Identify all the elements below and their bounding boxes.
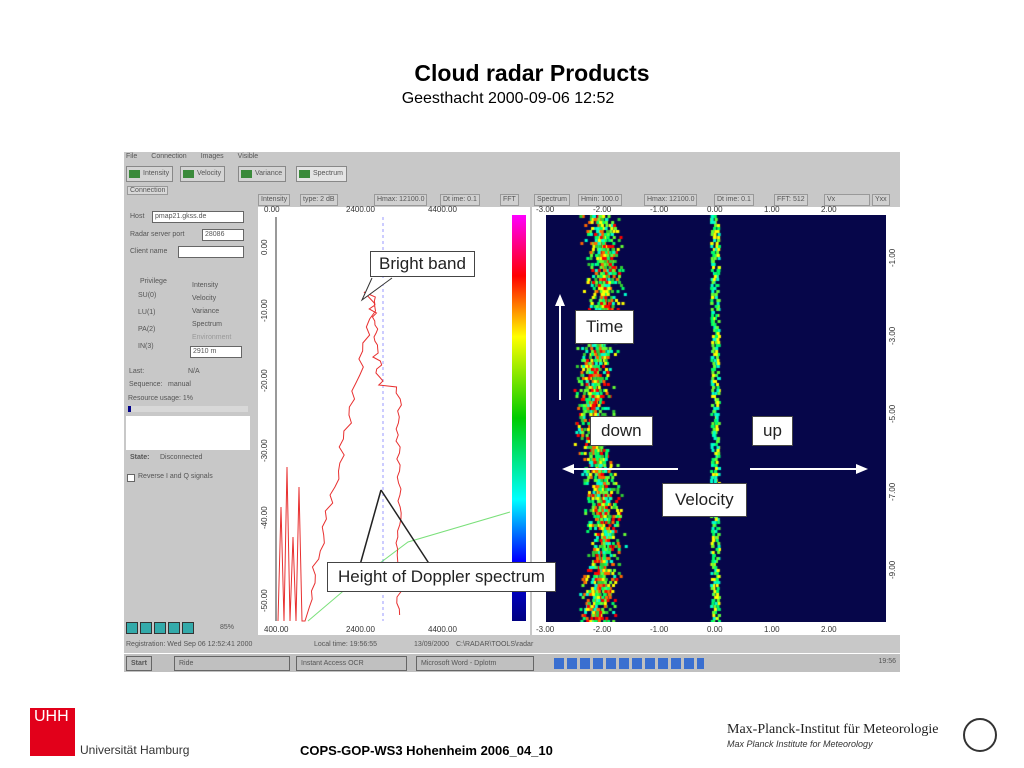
mpi-logo — [963, 718, 997, 752]
callout-down: down — [590, 416, 653, 446]
callout-up: up — [752, 416, 793, 446]
uhh-name: Universität Hamburg — [80, 743, 190, 757]
slide-footer: COPS-GOP-WS3 Hohenheim 2006_04_10 — [300, 743, 553, 758]
mpi-name-en: Max Planck Institute for Meteorology — [727, 739, 873, 749]
callout-time: Time — [575, 310, 635, 344]
callout-height: Height of Doppler spectrum — [327, 562, 556, 592]
uhh-logo: UHH — [30, 708, 75, 756]
mpi-name: Max-Planck-Institut für Meteorologie — [727, 722, 939, 737]
callout-bright-band: Bright band — [370, 251, 475, 277]
callout-velocity: Velocity — [662, 483, 747, 517]
annotation-arrows — [359, 277, 868, 566]
